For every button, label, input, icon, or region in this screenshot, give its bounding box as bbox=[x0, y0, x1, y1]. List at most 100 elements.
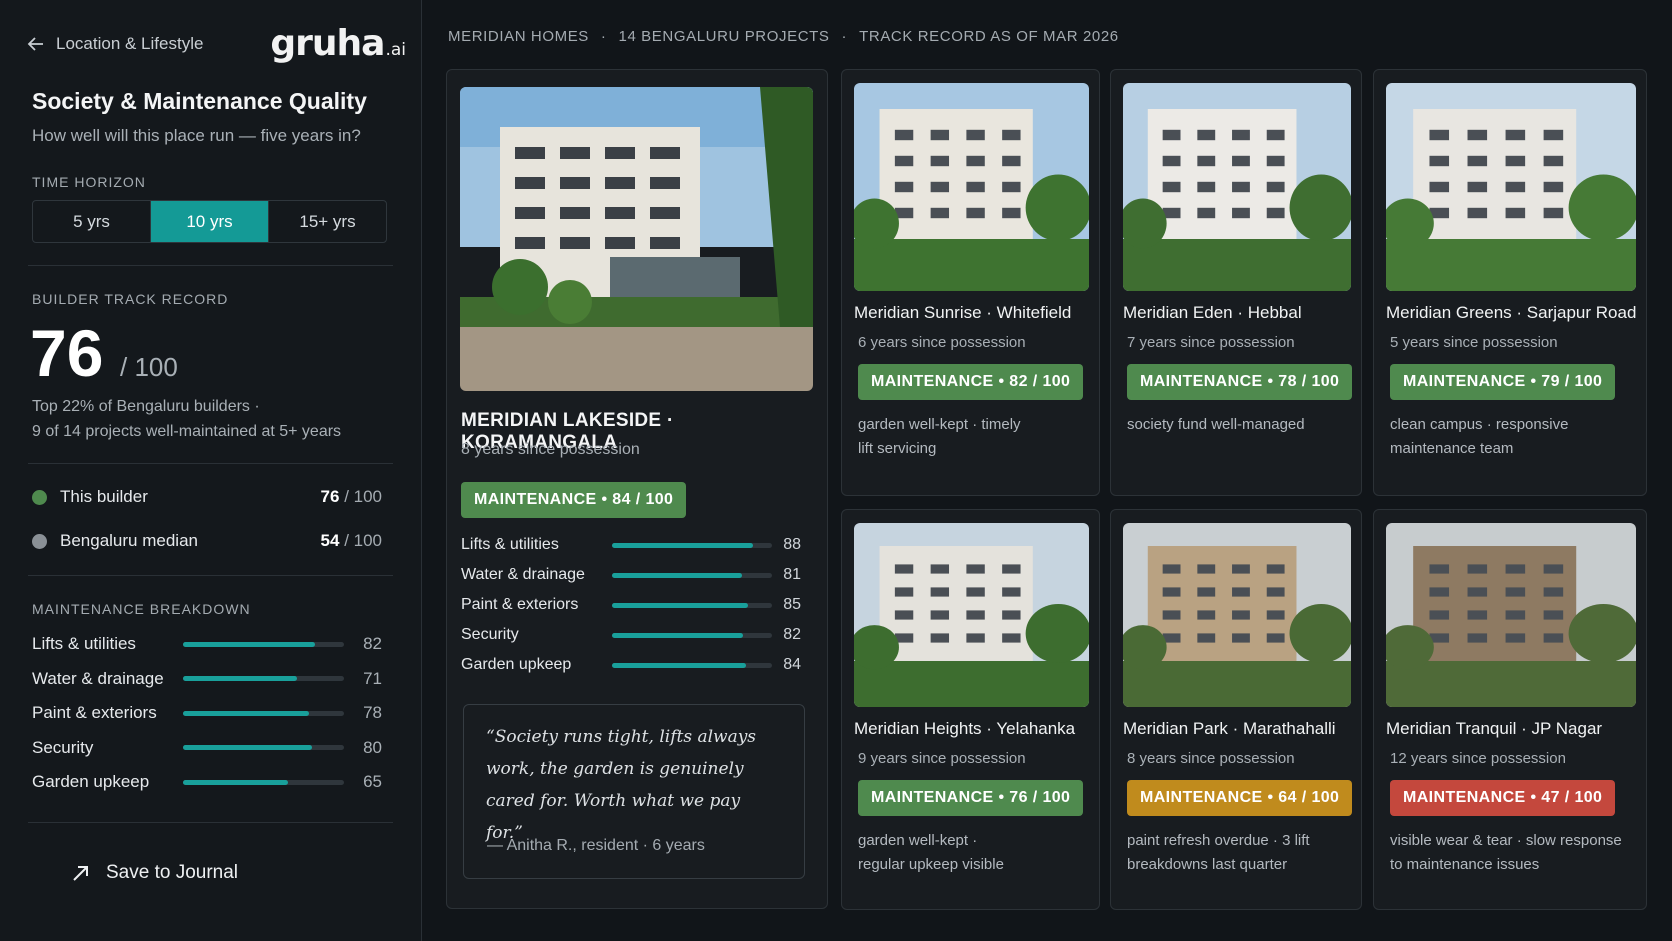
save-to-journal-button[interactable]: Save to Journal bbox=[70, 862, 238, 884]
breakdown-label: Water & drainage bbox=[461, 566, 585, 583]
option-15-yrs[interactable]: 15+ yrs bbox=[269, 201, 386, 242]
divider bbox=[28, 265, 393, 266]
breakdown-bar-fill bbox=[183, 710, 309, 716]
breakdown-bar-fill bbox=[612, 602, 748, 608]
featured-project-card[interactable]: MERIDIAN LAKESIDE · KORAMANGALA 8 years … bbox=[446, 69, 828, 909]
breakdown-bar bbox=[183, 641, 344, 647]
note-line: clean campus · responsive bbox=[1390, 416, 1569, 433]
featured-possession: 8 years since possession bbox=[461, 441, 640, 458]
maintenance-badge: MAINTENANCE • 78 / 100 bbox=[1127, 364, 1353, 400]
as-of-date: TRACK RECORD AS OF MAR 2026 bbox=[859, 28, 1119, 45]
breakdown-bar-fill bbox=[612, 632, 744, 638]
project-possession: 6 years since possession bbox=[858, 334, 1026, 351]
project-possession: 12 years since possession bbox=[1390, 750, 1566, 767]
project-card[interactable]: Meridian Greens · Sarjapur Road 5 years … bbox=[1373, 69, 1647, 496]
project-note: society fund well-managed bbox=[1127, 413, 1305, 437]
breakdown-value: 82 bbox=[363, 634, 382, 653]
comparison-this-builder: This builder 76 / 100 bbox=[32, 485, 382, 509]
project-photo bbox=[854, 83, 1089, 291]
project-count: 14 BENGALURU PROJECTS bbox=[618, 28, 830, 45]
breakdown-bar bbox=[183, 710, 344, 716]
note-line: garden well-kept · bbox=[858, 832, 978, 849]
top-bar: Location & Lifestyle gruha.ai bbox=[26, 24, 406, 64]
project-note: paint refresh overdue · 3 lift breakdown… bbox=[1127, 829, 1310, 877]
project-card[interactable]: Meridian Tranquil · JP Nagar 12 years si… bbox=[1373, 509, 1647, 910]
breakdown-value: 71 bbox=[363, 668, 382, 688]
logo: gruha.ai bbox=[270, 23, 406, 64]
time-horizon-label: TIME HORIZON bbox=[32, 174, 146, 190]
breakdown-bar bbox=[612, 572, 772, 578]
breakdown-bar bbox=[612, 632, 772, 638]
divider bbox=[28, 822, 393, 823]
breakdown-value: 88 bbox=[783, 536, 801, 553]
maintenance-badge: MAINTENANCE • 79 / 100 bbox=[1390, 364, 1616, 400]
breakdown-bar-fill bbox=[612, 662, 747, 668]
breakdown-bar-fill bbox=[183, 779, 288, 785]
breakdown-label: Paint & exteriors bbox=[461, 596, 579, 613]
breakdown-value: 82 bbox=[783, 626, 801, 643]
breakdown-label: Security bbox=[461, 626, 519, 643]
project-note: clean campus · responsive maintenance te… bbox=[1390, 413, 1568, 461]
breakdown-label: Garden upkeep bbox=[461, 656, 572, 673]
breakdown-label: Lifts & utilities bbox=[32, 634, 136, 653]
note-line: maintenance team bbox=[1390, 440, 1514, 457]
option-10-yrs[interactable]: 10 yrs bbox=[151, 201, 269, 242]
project-possession: 9 years since possession bbox=[858, 750, 1026, 767]
breakdown-row: Security 82 bbox=[461, 624, 801, 646]
breakdown-value: 78 bbox=[363, 703, 382, 722]
maintenance-badge: MAINTENANCE • 82 / 100 bbox=[858, 364, 1084, 400]
project-possession: 5 years since possession bbox=[1390, 334, 1558, 351]
project-title: Meridian Heights · Yelahanka bbox=[854, 719, 1076, 738]
project-card[interactable]: Meridian Eden · Hebbal 7 years since pos… bbox=[1110, 69, 1362, 496]
project-photo bbox=[1123, 523, 1351, 707]
breakdown-value: 84 bbox=[783, 656, 801, 673]
project-photo bbox=[1386, 523, 1636, 707]
builder-score: 76 bbox=[30, 316, 104, 390]
breakdown-value: 65 bbox=[363, 772, 382, 791]
arrow-up-right-icon bbox=[73, 866, 88, 881]
back-link[interactable]: Location & Lifestyle bbox=[26, 34, 203, 54]
breadcrumb: MERIDIAN HOMES · 14 BENGALURU PROJECTS ·… bbox=[448, 28, 1119, 45]
breakdown-label: Security bbox=[32, 737, 94, 757]
breakdown-value: 81 bbox=[783, 566, 801, 583]
track-record-label: BUILDER TRACK RECORD bbox=[32, 291, 229, 307]
breakdown-bar bbox=[183, 676, 344, 681]
rank-text: Top 22% of Bengaluru builders · bbox=[32, 398, 260, 415]
page-title: Society & Maintenance Quality bbox=[32, 88, 367, 114]
maintenance-badge: MAINTENANCE • 84 / 100 bbox=[461, 482, 687, 518]
project-photo bbox=[1386, 83, 1636, 291]
breakdown-label: Water & drainage bbox=[32, 668, 164, 688]
legend-dot bbox=[32, 533, 47, 549]
comparison-median: Bengaluru median 54 / 100 bbox=[32, 529, 382, 553]
project-photo bbox=[1123, 83, 1351, 291]
breakdown-row: Water & drainage 71 bbox=[32, 668, 382, 690]
projects-text: 9 of 14 projects well-maintained at 5+ y… bbox=[32, 423, 342, 440]
builder-name: MERIDIAN HOMES bbox=[448, 28, 589, 45]
breakdown-bar bbox=[612, 542, 772, 548]
project-title: Meridian Park · Marathahalli bbox=[1123, 719, 1336, 738]
breakdown-row: Garden upkeep 65 bbox=[32, 771, 382, 793]
breakdown-bar bbox=[612, 662, 772, 668]
breakdown-value: 80 bbox=[363, 737, 382, 757]
comparison-label: Bengaluru median bbox=[60, 531, 198, 550]
arrow-left-icon bbox=[27, 37, 43, 51]
project-title: Meridian Greens · Sarjapur Road bbox=[1386, 303, 1637, 322]
comparison-label: This builder bbox=[60, 487, 148, 506]
maintenance-badge: MAINTENANCE • 64 / 100 bbox=[1127, 780, 1353, 816]
featured-project-photo bbox=[460, 87, 813, 391]
project-card[interactable]: Meridian Heights · Yelahanka 9 years sin… bbox=[841, 509, 1100, 910]
page-subtitle: How well will this place run — five year… bbox=[32, 126, 361, 145]
project-note: garden well-kept · regular upkeep visibl… bbox=[858, 829, 1004, 877]
note-line: paint refresh overdue · 3 lift bbox=[1127, 832, 1310, 849]
breakdown-bar-fill bbox=[183, 676, 298, 681]
comparison-value: 76 / 100 bbox=[320, 487, 382, 506]
breakdown-row: Paint & exteriors 78 bbox=[32, 702, 382, 724]
project-title: Meridian Tranquil · JP Nagar bbox=[1386, 719, 1603, 738]
project-card[interactable]: Meridian Sunrise · Whitefield 6 years si… bbox=[841, 69, 1100, 496]
project-note: garden well-kept · timely lift servicing bbox=[858, 413, 1021, 461]
option-5-yrs[interactable]: 5 yrs bbox=[33, 201, 151, 242]
score-denominator: / 100 bbox=[120, 352, 178, 382]
project-card[interactable]: Meridian Park · Marathahalli 8 years sin… bbox=[1110, 509, 1362, 910]
quote-author: — Anitha R., resident · 6 years bbox=[487, 837, 705, 854]
divider bbox=[28, 463, 393, 464]
